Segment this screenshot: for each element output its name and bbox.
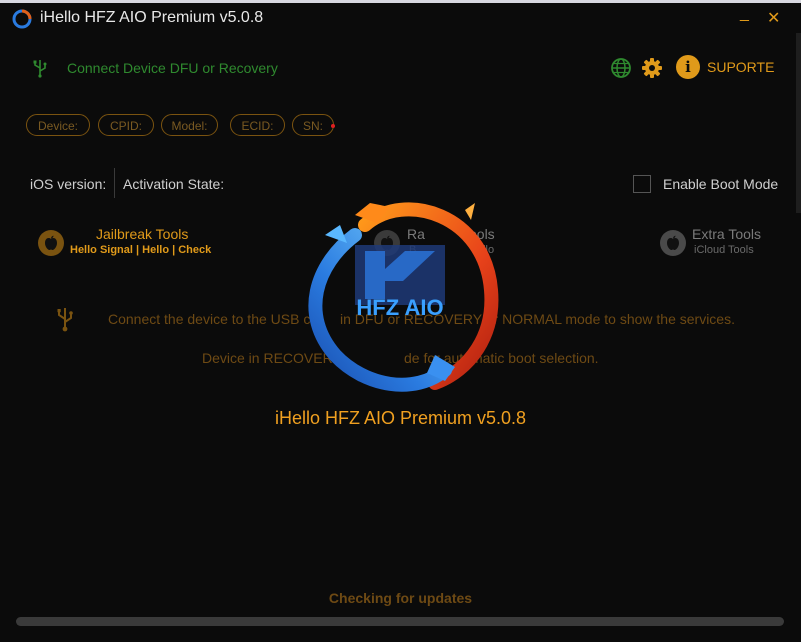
- update-status-text: Checking for updates: [328, 590, 473, 606]
- jailbreak-tools-button[interactable]: Jailbreak Tools Hello Signal | Hello | C…: [38, 226, 238, 266]
- extra-tools-button[interactable]: Extra Tools iCloud Tools: [660, 226, 770, 266]
- chip-cpid: CPID:: [98, 114, 154, 136]
- boot-mode-label[interactable]: Enable Boot Mode: [663, 176, 778, 192]
- status-divider: [114, 168, 115, 198]
- chip-device: Device:: [26, 114, 90, 136]
- chip-sn: SN:: [292, 114, 335, 136]
- connection-row: Connect Device DFU or Recovery i SUPORTE: [30, 55, 801, 80]
- sn-status-dot: [331, 124, 335, 128]
- apple-icon: [660, 230, 686, 256]
- globe-icon[interactable]: [610, 57, 632, 79]
- usb-icon: [33, 60, 47, 78]
- info-icon: i: [676, 55, 700, 79]
- minimize-button[interactable]: _: [740, 5, 749, 23]
- update-progress-bar: [16, 617, 784, 626]
- tool-sub-extra: iCloud Tools: [694, 244, 754, 256]
- connect-instruction-start: Connect the device to the USB c: [108, 311, 311, 327]
- chip-sn-label: SN:: [302, 119, 323, 133]
- boot-mode-checkbox[interactable]: [633, 175, 651, 193]
- chip-model: Model:: [161, 114, 218, 136]
- tool-sub-jailbreak: Hello Signal | Hello | Check: [70, 244, 212, 256]
- close-button[interactable]: ✕: [767, 8, 780, 28]
- chip-ecid: ECID:: [230, 114, 285, 136]
- ios-version-label: iOS version:: [30, 176, 107, 192]
- splash-title: iHello HFZ AIO Premium v5.0.8: [274, 408, 527, 428]
- splash-logo: HFZ AIO: [295, 195, 505, 395]
- device-status-row: iOS version: Activation State: Enable Bo…: [30, 168, 780, 198]
- main-panel: Connect Device DFU or Recovery i SUPORTE…: [0, 33, 801, 642]
- tool-name-extra: Extra Tools: [692, 226, 761, 242]
- activation-state-label: Activation State:: [123, 176, 225, 192]
- connection-status-text: Connect Device DFU or Recovery: [67, 60, 278, 76]
- gear-icon[interactable]: [641, 57, 663, 79]
- usb-icon: [57, 308, 73, 332]
- support-label: SUPORTE: [707, 59, 775, 75]
- dragon-ring-icon: HFZ AIO: [308, 202, 499, 392]
- window-title: iHello HFZ AIO Premium v5.0.8: [40, 9, 264, 26]
- app-logo-icon: [12, 9, 32, 29]
- apple-icon: [38, 230, 64, 256]
- title-bar: iHello HFZ AIO Premium v5.0.8 _ ✕: [0, 3, 801, 33]
- splash-logo-text: HFZ AIO: [356, 295, 443, 320]
- tool-name-jailbreak: Jailbreak Tools: [96, 226, 189, 242]
